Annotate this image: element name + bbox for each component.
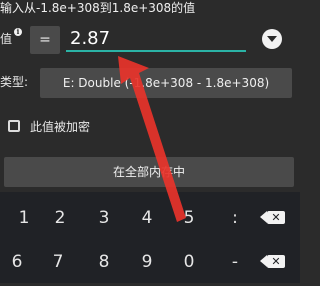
encrypt-checkbox[interactable] [8, 120, 20, 132]
keyboard-row-1: 1 2 3 4 5 : ✕ [0, 198, 300, 242]
type-select[interactable]: E: Double (-1.8e+308 - 1.8e+308) [40, 68, 292, 98]
key-7[interactable]: 7 [43, 242, 73, 282]
dropdown-button[interactable] [262, 29, 282, 49]
value-label: 值 [0, 32, 13, 46]
search-all-memory-button[interactable]: 在全部内存中 [4, 157, 294, 187]
key-6[interactable]: 6 [2, 242, 32, 282]
value-input[interactable]: 2.87 [66, 24, 246, 52]
clear-key[interactable]: ✕ [256, 242, 296, 282]
backspace-icon: ✕ [260, 211, 285, 224]
key-2[interactable]: 2 [45, 198, 75, 238]
type-label: 类型: [0, 75, 29, 89]
key-9[interactable]: 9 [132, 242, 162, 282]
numeric-keyboard: 1 2 3 4 5 : ✕ 6 7 8 9 0 - ✕ [0, 192, 300, 283]
keyboard-row-2: 6 7 8 9 0 - ✕ [0, 242, 300, 286]
encrypt-label[interactable]: 此值被加密 [30, 119, 90, 135]
operator-button[interactable]: = [30, 26, 60, 54]
key-colon[interactable]: : [220, 198, 250, 238]
key-3[interactable]: 3 [89, 198, 119, 238]
key-1[interactable]: 1 [9, 198, 39, 238]
input-hint: 输入从-1.8e+308到1.8e+308的值 [0, 1, 196, 15]
key-5[interactable]: 5 [174, 198, 204, 238]
delete-key[interactable]: ✕ [256, 198, 296, 238]
key-0[interactable]: 0 [174, 242, 204, 282]
key-4[interactable]: 4 [132, 198, 162, 238]
chevron-down-icon [267, 36, 277, 42]
info-icon[interactable]: i [14, 28, 22, 36]
key-minus[interactable]: - [220, 242, 250, 282]
key-8[interactable]: 8 [89, 242, 119, 282]
backspace-icon: ✕ [260, 255, 285, 268]
